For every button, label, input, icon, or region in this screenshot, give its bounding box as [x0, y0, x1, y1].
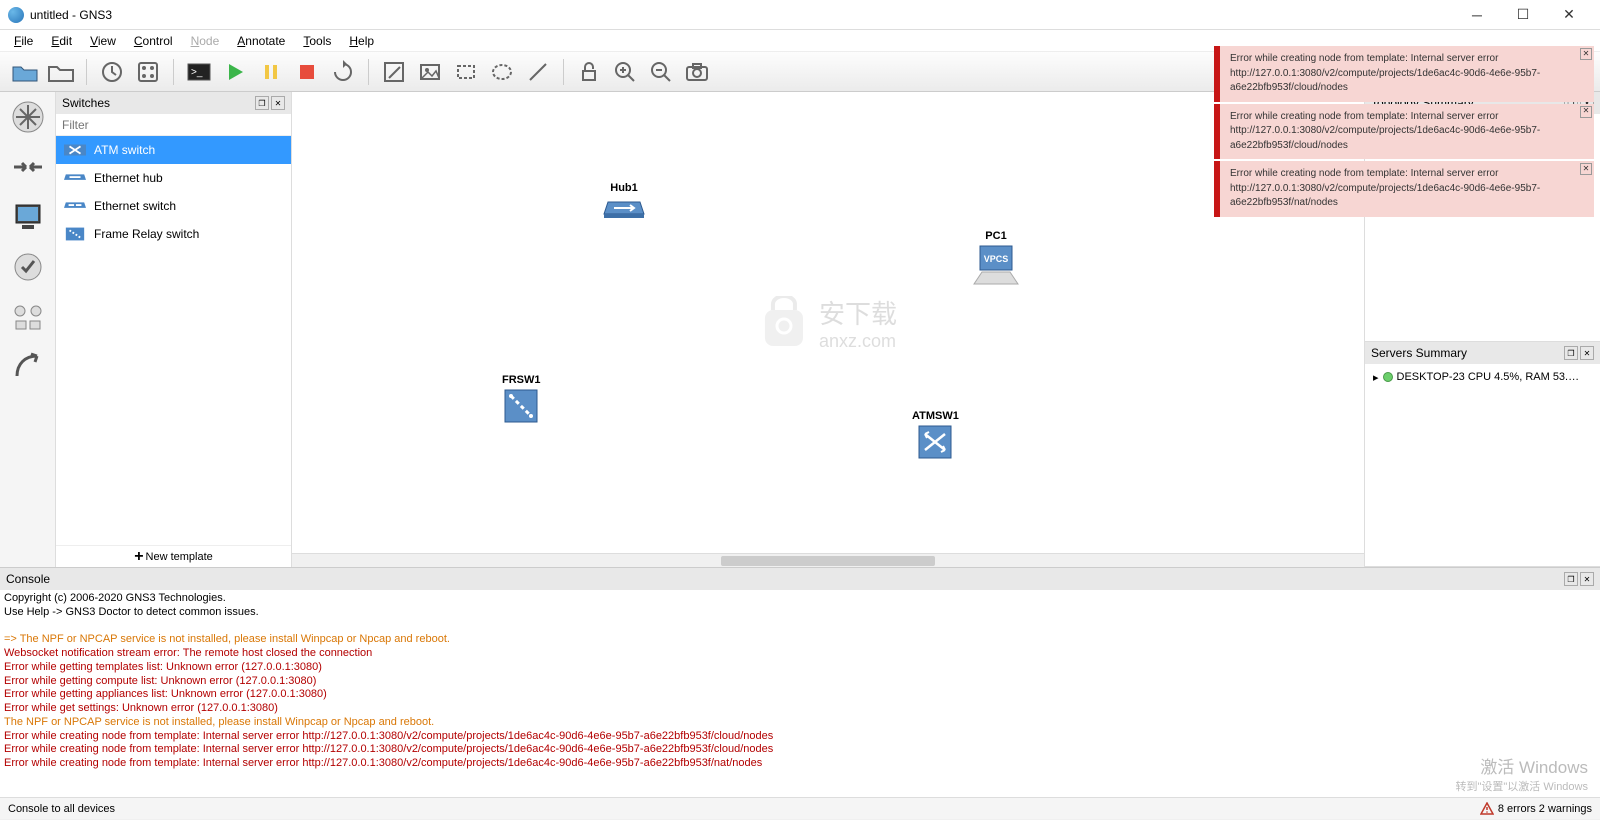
start-button[interactable]: [220, 57, 250, 87]
menu-annotate[interactable]: Annotate: [229, 32, 293, 50]
menu-tools[interactable]: Tools: [295, 32, 339, 50]
minimize-button[interactable]: ─: [1454, 0, 1500, 30]
switch-item-framerelay[interactable]: Frame Relay switch: [56, 220, 291, 248]
warning-icon: [1480, 802, 1494, 816]
zoom-out-button[interactable]: [646, 57, 676, 87]
switches-category-button[interactable]: [7, 146, 49, 188]
open-project-button[interactable]: [46, 57, 76, 87]
recent-button[interactable]: [97, 57, 127, 87]
switch-item-ethernet[interactable]: Ethernet switch: [56, 192, 291, 220]
svg-text:VPCS: VPCS: [984, 254, 1009, 264]
node-frsw1[interactable]: FRSW1: [502, 374, 541, 424]
switches-filter-input[interactable]: [56, 114, 291, 136]
servers-summary-pane: Servers Summary ❐ ✕ ▸ DESKTOP-23 CPU 4.5…: [1365, 342, 1600, 567]
routers-category-button[interactable]: [7, 96, 49, 138]
toast-close-icon[interactable]: ✕: [1580, 163, 1592, 175]
topology-canvas[interactable]: 安下载anxz.com Hub1 PC1 VPCS FRSW1 ATMSW1: [292, 92, 1365, 567]
panel-close-icon[interactable]: ✕: [1580, 572, 1594, 586]
ethernet-switch-icon: [64, 198, 86, 214]
switches-panel-header: Switches ❐ ✕: [56, 92, 291, 114]
new-template-button[interactable]: + New template: [56, 545, 291, 567]
device-category-bar: [0, 92, 56, 567]
frame-relay-icon: [64, 226, 86, 242]
switch-item-atm[interactable]: ATM switch: [56, 136, 291, 164]
window-title: untitled - GNS3: [30, 8, 1454, 22]
statusbar: Console to all devices 8 errors 2 warnin…: [0, 797, 1600, 819]
switches-list: ATM switch Ethernet hub Ethernet switch …: [56, 136, 291, 545]
error-toast: Error while creating node from template:…: [1214, 46, 1594, 102]
status-left: Console to all devices: [8, 803, 1480, 815]
menu-node: Node: [183, 32, 228, 50]
plus-icon: +: [134, 548, 143, 566]
canvas-horizontal-scrollbar[interactable]: [292, 553, 1364, 567]
toast-close-icon[interactable]: ✕: [1580, 106, 1592, 118]
vpcs-icon: VPCS: [972, 244, 1020, 288]
screenshot-button[interactable]: [682, 57, 712, 87]
menu-control[interactable]: Control: [126, 32, 181, 50]
switches-panel: Switches ❐ ✕ ATM switch Ethernet hub Eth…: [56, 92, 292, 567]
annotate-note-button[interactable]: [379, 57, 409, 87]
switch-item-hub[interactable]: Ethernet hub: [56, 164, 291, 192]
atm-switch-icon: [917, 424, 953, 460]
toast-close-icon[interactable]: ✕: [1580, 48, 1592, 60]
annotate-line-button[interactable]: [523, 57, 553, 87]
hub-icon: [602, 196, 646, 222]
panel-close-icon[interactable]: ✕: [1580, 346, 1594, 360]
node-hub1[interactable]: Hub1: [602, 182, 646, 222]
maximize-button[interactable]: ☐: [1500, 0, 1546, 30]
console-panel: Console ❐ ✕ Copyright (c) 2006-2020 GNS3…: [0, 567, 1600, 797]
all-devices-category-button[interactable]: [7, 296, 49, 338]
console-button[interactable]: >_: [184, 57, 214, 87]
close-button[interactable]: ✕: [1546, 0, 1592, 30]
watermark: 安下载anxz.com: [759, 294, 897, 352]
panel-undock-icon[interactable]: ❐: [1564, 572, 1578, 586]
error-toast: Error while creating node from template:…: [1214, 161, 1594, 217]
expand-icon[interactable]: ▸: [1373, 371, 1379, 384]
titlebar: untitled - GNS3 ─ ☐ ✕: [0, 0, 1600, 30]
menu-edit[interactable]: Edit: [43, 32, 80, 50]
snapshot-button[interactable]: [133, 57, 163, 87]
node-atmsw1[interactable]: ATMSW1: [912, 410, 959, 460]
menu-help[interactable]: Help: [341, 32, 382, 50]
security-devices-category-button[interactable]: [7, 246, 49, 288]
error-toast: Error while creating node from template:…: [1214, 104, 1594, 160]
panel-undock-icon[interactable]: ❐: [255, 96, 269, 110]
frame-relay-icon: [503, 388, 539, 424]
new-project-button[interactable]: [10, 57, 40, 87]
status-bullet-icon: [1383, 372, 1393, 382]
error-toasts: Error while creating node from template:…: [1214, 46, 1594, 217]
stop-button[interactable]: [292, 57, 322, 87]
server-row[interactable]: ▸ DESKTOP-23 CPU 4.5%, RAM 53.…: [1373, 368, 1592, 386]
status-right[interactable]: 8 errors 2 warnings: [1480, 802, 1592, 816]
console-output[interactable]: Copyright (c) 2006-2020 GNS3 Technologie…: [0, 590, 1600, 797]
end-devices-category-button[interactable]: [7, 196, 49, 238]
menu-file[interactable]: File: [6, 32, 41, 50]
lock-button[interactable]: [574, 57, 604, 87]
app-icon: [8, 7, 24, 23]
reload-button[interactable]: [328, 57, 358, 87]
ethernet-hub-icon: [64, 170, 86, 186]
panel-close-icon[interactable]: ✕: [271, 96, 285, 110]
panel-undock-icon[interactable]: ❐: [1564, 346, 1578, 360]
add-link-button[interactable]: [7, 346, 49, 388]
pause-button[interactable]: [256, 57, 286, 87]
annotate-rect-button[interactable]: [451, 57, 481, 87]
zoom-in-button[interactable]: [610, 57, 640, 87]
node-pc1[interactable]: PC1 VPCS: [972, 230, 1020, 288]
atm-switch-icon: [64, 142, 86, 158]
annotate-ellipse-button[interactable]: [487, 57, 517, 87]
menu-view[interactable]: View: [82, 32, 124, 50]
svg-text:>_: >_: [191, 67, 203, 78]
annotate-image-button[interactable]: [415, 57, 445, 87]
